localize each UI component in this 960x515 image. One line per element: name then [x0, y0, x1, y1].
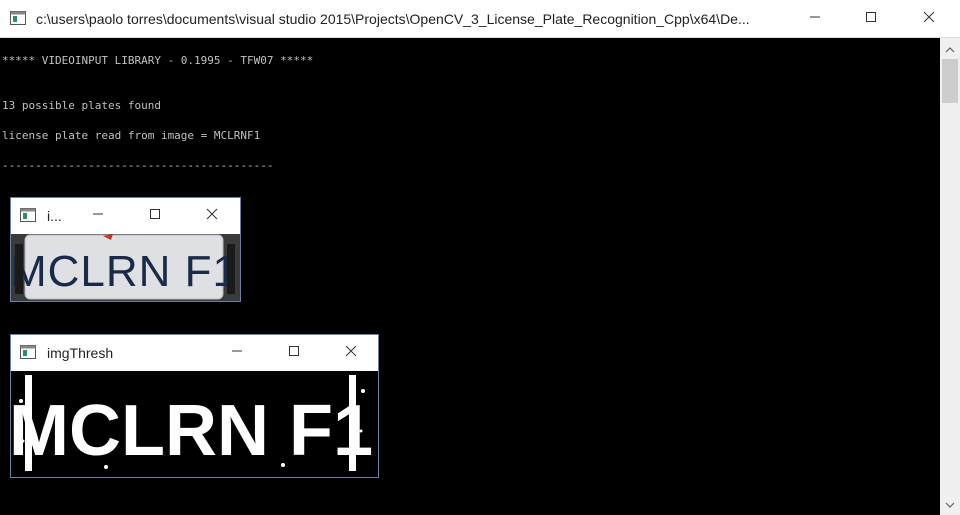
plate-photo: MCLRN F1 [11, 234, 240, 301]
close-icon [206, 207, 218, 225]
maximize-icon [865, 10, 877, 28]
imgthresh-window: imgThresh MCLRN F1 [10, 334, 379, 478]
close-icon [345, 344, 357, 362]
plate-image-window: i... MCLRN F1 [10, 197, 241, 302]
scrollbar-thumb[interactable] [942, 59, 958, 103]
window-app-icon [20, 345, 36, 359]
maximize-button[interactable] [842, 0, 900, 38]
minimize-icon [92, 207, 104, 225]
plate-image: MCLRN F1 [11, 234, 240, 301]
threshold-image-text: MCLRN F1 [11, 391, 373, 471]
imgthresh-minimize-button[interactable] [208, 335, 265, 371]
imgthresh-image: MCLRN F1 [11, 371, 378, 477]
plate-maximize-button[interactable] [126, 198, 183, 234]
console-title: c:\users\paolo torres\documents\visual s… [36, 11, 750, 27]
console-line-plate-read: license plate read from image = MCLRNF1 [2, 129, 261, 142]
imgthresh-close-button[interactable] [322, 335, 379, 371]
imgthresh-maximize-button[interactable] [265, 335, 322, 371]
console-app-icon [10, 11, 26, 25]
threshold-image: MCLRN F1 [11, 371, 378, 477]
maximize-icon [288, 344, 300, 362]
plate-photo-text: MCLRN F1 [11, 247, 238, 296]
minimize-button[interactable] [786, 0, 844, 38]
minimize-icon [809, 10, 821, 28]
console-line-library: ***** VIDEOINPUT LIBRARY - 0.1995 - TFW0… [2, 54, 314, 67]
console-line-plates-found: 13 possible plates found [2, 99, 161, 112]
window-app-icon [20, 208, 36, 222]
console-line-separator: ----------------------------------------… [2, 159, 274, 172]
plate-window-titlebar[interactable]: i... [11, 198, 240, 234]
console-titlebar[interactable]: c:\users\paolo torres\documents\visual s… [0, 0, 960, 38]
vertical-scrollbar[interactable] [940, 38, 960, 515]
plate-close-button[interactable] [183, 198, 240, 234]
scroll-up-button[interactable] [940, 40, 960, 57]
minimize-icon [231, 344, 243, 362]
plate-minimize-button[interactable] [69, 198, 126, 234]
chevron-up-icon [945, 40, 955, 58]
imgthresh-titlebar[interactable]: imgThresh [11, 335, 378, 371]
close-button[interactable] [900, 0, 958, 38]
chevron-down-icon [945, 495, 955, 513]
close-icon [923, 10, 935, 28]
maximize-icon [149, 207, 161, 225]
scroll-down-button[interactable] [940, 495, 960, 512]
imgthresh-title: imgThresh [47, 345, 114, 361]
plate-window-title: i... [47, 208, 62, 224]
